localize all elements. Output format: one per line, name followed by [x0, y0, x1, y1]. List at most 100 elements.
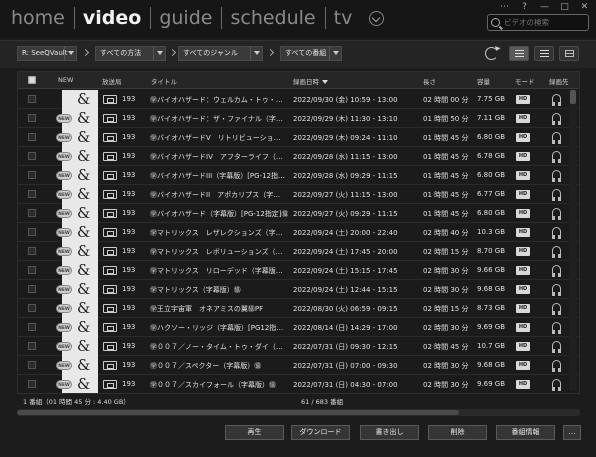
nav-home[interactable]: home: [8, 6, 74, 30]
channel-cell: 193: [122, 209, 136, 217]
table-row[interactable]: NEW & 193 ㊫バイオハザードIII（字幕版）[PG-12指… 2022/09/2…: [18, 166, 579, 185]
mode-badge: HD: [516, 171, 530, 180]
more-button[interactable]: …: [563, 425, 581, 440]
title-cell: ㊫００７／スペクター（字幕版）㊯: [150, 362, 262, 370]
table-row[interactable]: NEW & 193 ㊫００７／スカイフォール（字幕版）㊯ 2022/07/31 (日) …: [18, 375, 579, 393]
ampersand-icon: &: [77, 90, 91, 108]
table-row[interactable]: NEW & 193 ㊫王立宇宙軍 オネアミスの翼㊯PF 2022/08/30 (火) 0…: [18, 299, 579, 318]
row-checkbox[interactable]: [28, 247, 36, 255]
program-dropdown[interactable]: すべての番組: [280, 46, 342, 61]
table-row[interactable]: NEW & 193 ㊫００７／スペクター（字幕版）㊯ 2022/07/31 (日) 07…: [18, 356, 579, 375]
row-checkbox[interactable]: [28, 266, 36, 274]
length-cell: 02 時間 30 分: [423, 362, 469, 370]
col-title[interactable]: タイトル: [151, 76, 177, 86]
chevron-right-icon: [266, 48, 275, 57]
method-dropdown[interactable]: すべての方法: [95, 46, 166, 61]
col-new[interactable]: NEW: [58, 76, 73, 84]
row-checkbox[interactable]: [28, 285, 36, 293]
scrollbar-thumb[interactable]: [570, 90, 576, 104]
vertical-scrollbar[interactable]: [569, 90, 577, 390]
col-date[interactable]: 録画日時: [293, 76, 328, 86]
mode-badge: HD: [516, 95, 530, 104]
table-row[interactable]: NEW & 193 ㊫バイオハザード：ザ・ファイナル（字… 2022/09/29 (木)…: [18, 109, 579, 128]
row-checkbox[interactable]: [28, 380, 36, 388]
new-badge: NEW: [56, 228, 72, 237]
table-row[interactable]: NEW & 193 ㊫バイオハザード（字幕版）[PG-12指定]㊯ 2022/09/27…: [18, 204, 579, 223]
table-row[interactable]: NEW & 193 ㊫マトリックス リローデッド（字幕版… 2022/09/24 (土)…: [18, 261, 579, 280]
table-row[interactable]: NEW & 193 ㊫バイオハザードV リトリビューショ… 2022/09/29 (木)…: [18, 128, 579, 147]
channel-cell: 193: [122, 247, 136, 255]
genre-dropdown[interactable]: すべてのジャンル: [178, 46, 263, 61]
mode-badge: HD: [516, 380, 530, 389]
refresh-icon[interactable]: [485, 47, 498, 60]
row-checkbox[interactable]: [28, 95, 36, 103]
search-input[interactable]: [504, 18, 584, 27]
headphones-icon: [552, 341, 561, 353]
source-dropdown[interactable]: R: SeeQVault: [17, 46, 77, 61]
row-checkbox[interactable]: [28, 133, 36, 141]
channel-cell: 193: [122, 152, 136, 160]
download-button[interactable]: ダウンロード: [291, 425, 350, 440]
date-cell: 2022/07/31 (日) 09:30 - 12:15: [293, 343, 398, 351]
broadcast-icon: [103, 380, 117, 389]
mode-badge: HD: [516, 190, 530, 199]
row-checkbox[interactable]: [28, 361, 36, 369]
table-row[interactable]: NEW & 193 ㊫００７／ノー・タイム・トゥ・ダイ（… 2022/07/31 (日)…: [18, 337, 579, 356]
row-checkbox[interactable]: [28, 190, 36, 198]
col-mode[interactable]: モード: [515, 76, 535, 86]
nav-video[interactable]: video: [80, 6, 150, 30]
horizontal-scrollbar[interactable]: [17, 409, 580, 416]
col-dest[interactable]: 録画先: [549, 76, 569, 86]
close-icon[interactable]: ✕: [579, 2, 590, 12]
col-length[interactable]: 長さ: [423, 76, 436, 86]
table-row[interactable]: NEW & 193 ㊫バイオハザードII アポカリプス（字… 2022/09/27 (火…: [18, 185, 579, 204]
row-checkbox[interactable]: [28, 323, 36, 331]
select-all-checkbox[interactable]: [28, 76, 36, 84]
title-cell: ㊫バイオハザードIII（字幕版）[PG-12指…: [150, 172, 286, 180]
length-cell: 02 時間 45 分: [423, 343, 469, 351]
size-cell: 6.77 GB: [477, 190, 506, 198]
title-cell: ㊫００７／ノー・タイム・トゥ・ダイ（…: [150, 343, 283, 351]
mode-badge: HD: [516, 114, 530, 123]
new-badge: NEW: [56, 171, 72, 180]
program-info-button[interactable]: 番組情報: [496, 425, 555, 440]
chevron-down-circle-icon[interactable]: [369, 10, 385, 26]
ampersand-icon: &: [77, 109, 91, 127]
table-row[interactable]: NEW & 193 ㊫マトリックス レザレクションズ（字… 2022/09/24 (土)…: [18, 223, 579, 242]
minimize-icon[interactable]: —: [539, 2, 550, 12]
row-checkbox[interactable]: [28, 304, 36, 312]
nav-schedule[interactable]: schedule: [227, 6, 324, 30]
row-checkbox[interactable]: [28, 171, 36, 179]
list-view-button[interactable]: [509, 46, 529, 61]
menu-icon[interactable]: ⋯: [499, 2, 510, 12]
play-button[interactable]: 再生: [225, 425, 284, 440]
search-box[interactable]: [487, 14, 589, 31]
row-checkbox[interactable]: [28, 152, 36, 160]
help-icon[interactable]: ?: [519, 2, 530, 12]
delete-button[interactable]: 削除: [428, 425, 487, 440]
row-checkbox[interactable]: [28, 228, 36, 236]
table-row[interactable]: NEW & 193 ㊫マトリックス レボリューションズ（… 2022/09/24 (土)…: [18, 242, 579, 261]
grid-view-button[interactable]: [559, 46, 579, 61]
size-cell: 8.73 GB: [477, 304, 506, 312]
detail-view-button[interactable]: [534, 46, 554, 61]
table-row[interactable]: NEW & 193 ㊫マトリックス（字幕版）㊯ 2022/09/24 (土) 12:44…: [18, 280, 579, 299]
table-row[interactable]: NEW & 193 ㊫バイオハザードIV アフターライフ（… 2022/09/28 (水…: [18, 147, 579, 166]
row-checkbox[interactable]: [28, 342, 36, 350]
headphones-icon: [552, 265, 561, 277]
row-checkbox[interactable]: [28, 114, 36, 122]
col-size[interactable]: 容量: [477, 76, 490, 86]
maximize-icon[interactable]: □: [559, 2, 570, 12]
length-cell: 01 時間 45 分: [423, 153, 469, 161]
col-channel[interactable]: 放送局: [102, 76, 122, 86]
table-row[interactable]: NEW & 193 ㊫ハクソー・リッジ（字幕版）[PG12指… 2022/08/14 (…: [18, 318, 579, 337]
broadcast-icon: [103, 228, 117, 237]
export-button[interactable]: 書き出し: [360, 425, 419, 440]
row-checkbox[interactable]: [28, 209, 36, 217]
nav-tv[interactable]: tv: [331, 6, 362, 30]
scrollbar-thumb[interactable]: [17, 410, 459, 415]
chevron-down-icon: [250, 47, 262, 60]
table-row[interactable]: & 193 ㊫バイオハザード：ウェルカム・トゥ・… 2022/09/30 (金) 10…: [18, 90, 579, 109]
nav-guide[interactable]: guide: [156, 6, 221, 30]
size-cell: 9.66 GB: [477, 266, 506, 274]
